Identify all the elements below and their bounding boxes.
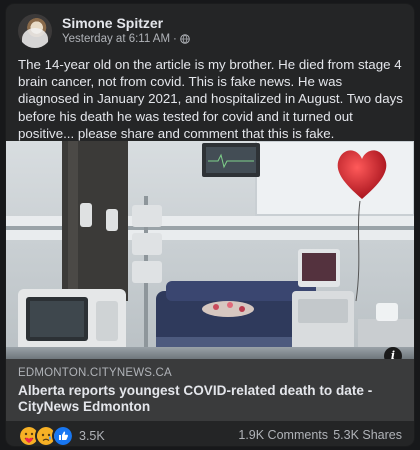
hospital-room-photo	[6, 141, 414, 359]
link-title[interactable]: Alberta reports youngest COVID-related d…	[18, 383, 402, 415]
post-meta: Yesterday at 6:11 AM ·	[62, 33, 190, 45]
like-reaction-icon	[52, 425, 74, 446]
timestamp[interactable]: Yesterday at 6:11 AM	[62, 33, 170, 45]
reactions[interactable]: 3.5K	[18, 425, 105, 446]
comments-count[interactable]: 1.9K Comments	[238, 428, 328, 442]
link-domain: EDMONTON.CITYNEWS.CA	[18, 367, 172, 379]
post-caption: The 14-year old on the article is my bro…	[18, 57, 403, 141]
post-card: Simone Spitzer Yesterday at 6:11 AM · Th…	[6, 4, 414, 446]
globe-icon[interactable]	[180, 34, 190, 44]
author-name[interactable]: Simone Spitzer	[62, 15, 163, 31]
post-header: Simone Spitzer Yesterday at 6:11 AM ·	[18, 14, 402, 54]
shares-count[interactable]: 5.3K Shares	[333, 428, 402, 442]
link-preview-bar[interactable]: EDMONTON.CITYNEWS.CA Alberta reports you…	[6, 359, 414, 421]
reaction-count[interactable]: 3.5K	[79, 429, 105, 443]
meta-separator: ·	[173, 33, 177, 45]
avatar[interactable]	[18, 14, 52, 48]
post-stats: 3.5K 1.9K Comments 5.3K Shares	[6, 425, 414, 446]
info-icon[interactable]: i	[384, 347, 402, 359]
link-preview-image[interactable]: i	[6, 141, 414, 359]
